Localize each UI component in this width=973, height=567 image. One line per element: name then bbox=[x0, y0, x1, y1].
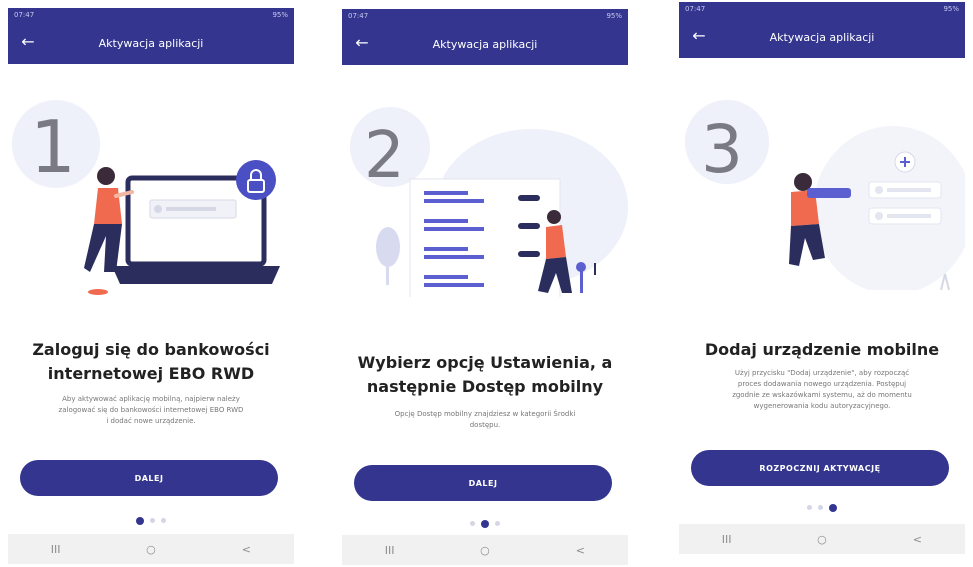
recents-button[interactable]: III bbox=[36, 543, 76, 556]
onboarding-screen-3: 07:47 95% ← Aktywacja aplikacji 3 Dodaj … bbox=[679, 2, 965, 554]
page-dot bbox=[495, 521, 500, 526]
page-indicator bbox=[8, 516, 294, 525]
illustration-settings-list: 2 bbox=[350, 107, 628, 297]
page-dot-active bbox=[481, 519, 489, 528]
back-button[interactable]: < bbox=[560, 544, 600, 557]
page-dot-active bbox=[136, 516, 144, 525]
step-number: 3 bbox=[701, 111, 743, 188]
status-time: 07:47 bbox=[14, 11, 35, 19]
onboarding-description: Użyj przycisku "Dodaj urządzenie", aby r… bbox=[732, 369, 912, 410]
onboarding-description: Aby aktywować aplikację mobilną, najpier… bbox=[58, 395, 244, 425]
app-bar-title: Aktywacja aplikacji bbox=[769, 30, 875, 44]
onboarding-description: Opcję Dostęp mobilny znajdziesz w katego… bbox=[394, 410, 576, 429]
page-dot bbox=[470, 521, 475, 526]
back-button[interactable]: < bbox=[897, 533, 937, 546]
page-dot bbox=[150, 518, 155, 523]
onboarding-screen-2: 07:47 95% ← Aktywacja aplikacji 2 Wybier… bbox=[342, 9, 628, 565]
system-nav-bar: III ○ < bbox=[342, 535, 628, 565]
step-number: 2 bbox=[364, 119, 405, 193]
system-nav-bar: III ○ < bbox=[8, 534, 294, 564]
page-dot bbox=[818, 505, 823, 510]
next-button[interactable]: DALEJ bbox=[20, 460, 278, 496]
recents-button[interactable]: III bbox=[370, 544, 410, 557]
page-indicator bbox=[342, 519, 628, 528]
status-battery: 95% bbox=[943, 5, 959, 13]
step-number: 1 bbox=[30, 105, 76, 189]
onboarding-heading: Dodaj urządzenie mobilne bbox=[704, 340, 940, 359]
status-bar: 07:47 95% bbox=[679, 2, 965, 16]
onboarding-heading: Wybierz opcję Ustawienia, a następnie Do… bbox=[357, 353, 613, 396]
onboarding-heading: Zaloguj się do bankowości internetowej E… bbox=[32, 340, 270, 383]
page-dot bbox=[161, 518, 166, 523]
illustration-add-device: 3 bbox=[685, 100, 965, 290]
page-dot-active bbox=[829, 503, 837, 512]
status-bar: 07:47 95% bbox=[342, 9, 628, 23]
status-bar: 07:47 95% bbox=[8, 8, 294, 22]
onboarding-screen-1: 07:47 95% ← Aktywacja aplikacji 1 Zalogu… bbox=[8, 8, 294, 564]
system-nav-bar: III ○ < bbox=[679, 524, 965, 554]
arrow-left-icon[interactable]: ← bbox=[687, 24, 711, 48]
next-button[interactable]: DALEJ bbox=[354, 465, 612, 501]
arrow-left-icon[interactable]: ← bbox=[16, 30, 40, 54]
status-time: 07:47 bbox=[348, 12, 369, 20]
home-button[interactable]: ○ bbox=[465, 544, 505, 557]
back-button[interactable]: < bbox=[226, 543, 266, 556]
home-button[interactable]: ○ bbox=[802, 533, 842, 546]
illustration-login-laptop: 1 bbox=[12, 100, 280, 295]
arrow-left-icon[interactable]: ← bbox=[350, 31, 374, 55]
start-activation-button[interactable]: ROZPOCZNIJ AKTYWACJĘ bbox=[691, 450, 949, 486]
app-bar-title: Aktywacja aplikacji bbox=[432, 37, 538, 51]
home-button[interactable]: ○ bbox=[131, 543, 171, 556]
recents-button[interactable]: III bbox=[707, 533, 747, 546]
app-bar: ← Aktywacja aplikacji bbox=[8, 22, 294, 64]
app-bar: ← Aktywacja aplikacji bbox=[342, 23, 628, 65]
status-time: 07:47 bbox=[685, 5, 706, 13]
status-battery: 95% bbox=[272, 11, 288, 19]
app-bar-title: Aktywacja aplikacji bbox=[98, 36, 204, 50]
page-dot bbox=[807, 505, 812, 510]
page-indicator bbox=[679, 503, 965, 512]
status-battery: 95% bbox=[606, 12, 622, 20]
app-bar: ← Aktywacja aplikacji bbox=[679, 16, 965, 58]
